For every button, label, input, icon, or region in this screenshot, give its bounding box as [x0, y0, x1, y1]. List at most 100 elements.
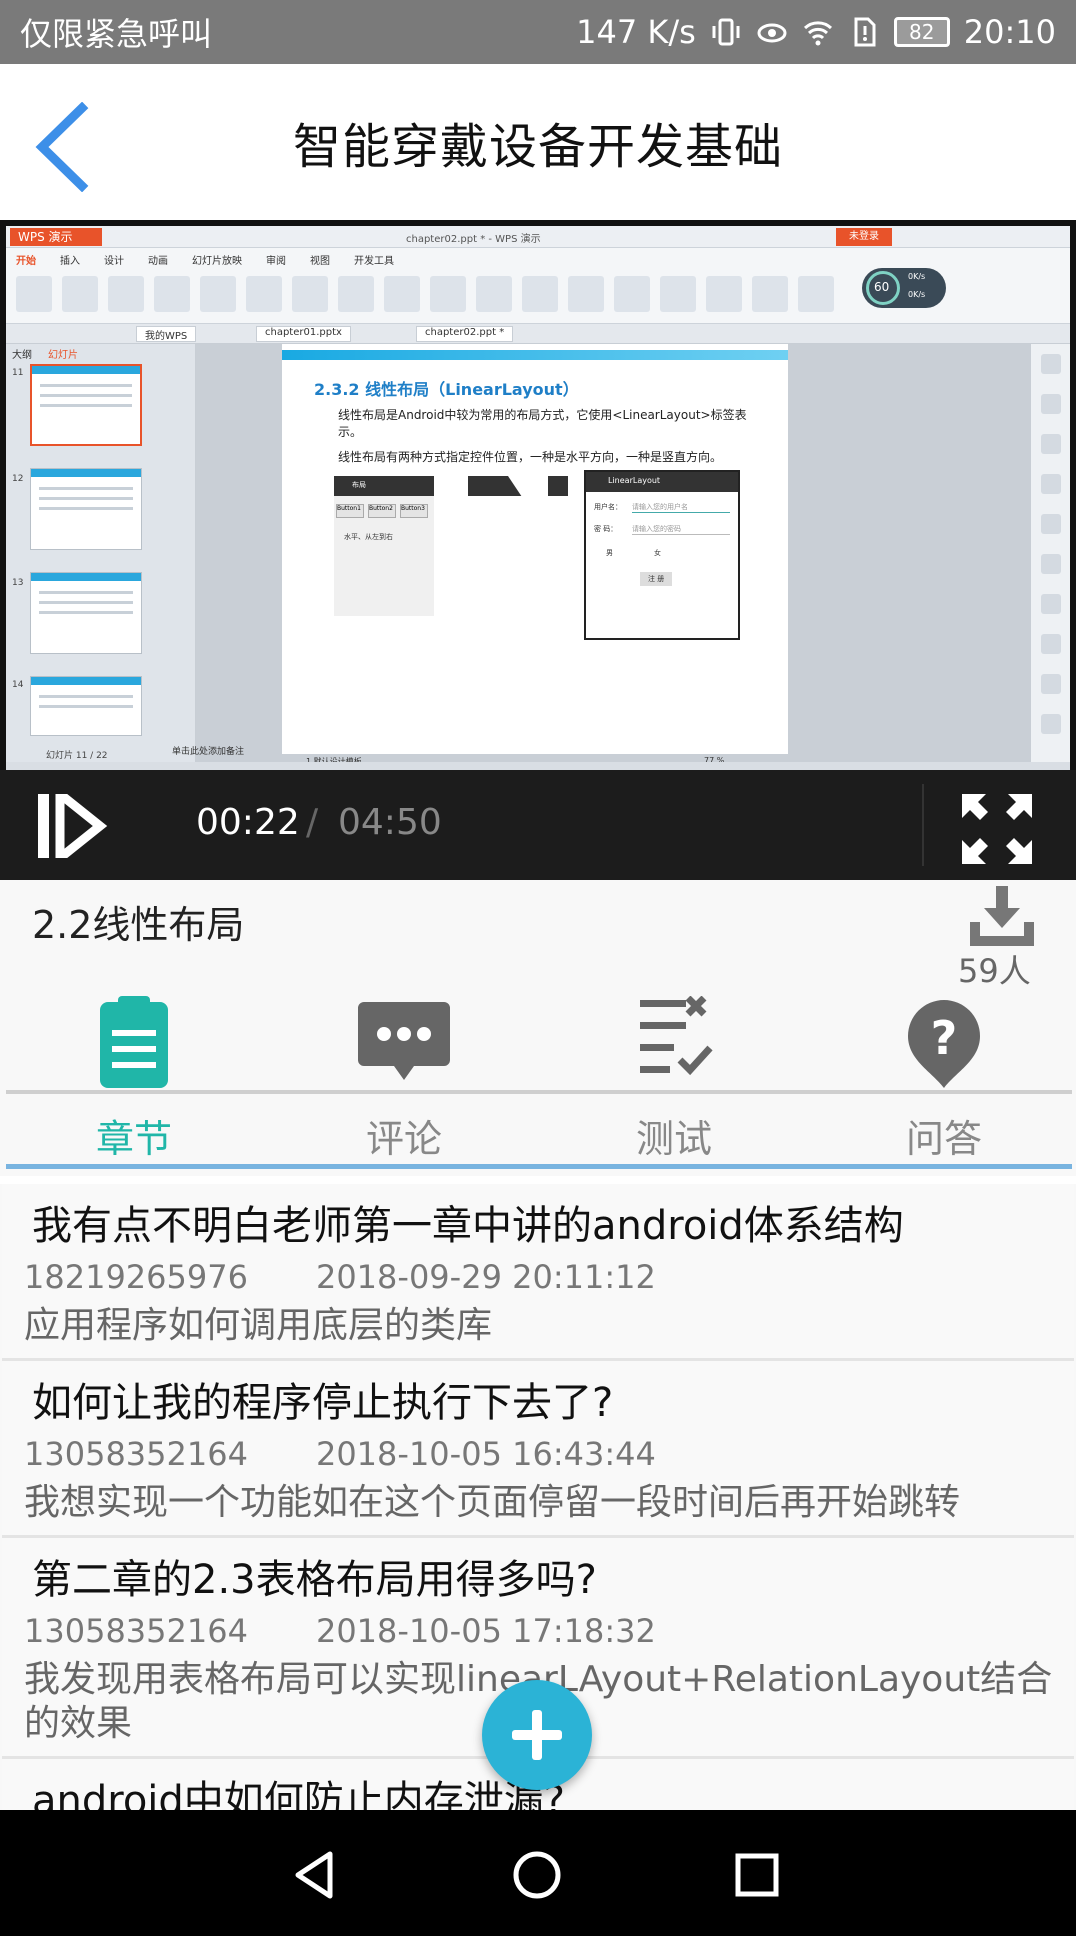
back-arrow-icon[interactable] — [20, 102, 100, 192]
battery-icon: 82 — [893, 17, 950, 47]
question-meta: 18219265976 2018-09-29 20:11:12 — [24, 1258, 1054, 1296]
tab-label: 测试 — [635, 1117, 712, 1161]
mock-button: Button1 — [336, 504, 364, 518]
panel-tab: 幻灯片 — [48, 350, 78, 361]
video-player[interactable]: WPS 演示 chapter02.ppt * - WPS 演示 未登录 开始 插… — [0, 220, 1076, 880]
wps-titlebar: WPS 演示 chapter02.ppt * - WPS 演示 未登录 — [6, 226, 1070, 248]
tabs-divider — [6, 1090, 1072, 1094]
list-item[interactable]: 如何让我的程序停止执行下去了? 13058352164 2018-10-05 1… — [2, 1361, 1074, 1538]
mock-layout-title: 布局 — [352, 481, 366, 489]
mock-username-field: 请输入您的用户名 — [632, 502, 730, 513]
total-time: 04:50 — [338, 802, 442, 843]
mock-username-label: 用户名： — [594, 503, 622, 511]
wps-statusbar — [6, 762, 1070, 770]
question-body: 我想实现一个功能如在这个页面停留一段时间后再开始跳转 — [24, 1482, 961, 1523]
current-time: 00:22 — [196, 802, 300, 843]
download-icon[interactable] — [968, 886, 1036, 948]
ribbon-tab: 幻灯片放映 — [192, 256, 242, 267]
player-controls: 00:22 / 04:50 — [0, 770, 1076, 880]
tab-label: 评论 — [365, 1117, 442, 1161]
vibrate-icon — [712, 18, 740, 46]
slide-number: 11 — [12, 368, 24, 378]
wps-login-button: 未登录 — [836, 228, 892, 246]
time-separator: / — [306, 802, 319, 843]
question-meta: 13058352164 2018-10-05 16:43:44 — [24, 1435, 1054, 1473]
lesson-title: 2.2线性布局 — [32, 903, 245, 947]
speed-down: 0K/s — [908, 290, 926, 299]
ribbon-tab: 动画 — [148, 256, 168, 267]
network-speed: 147 K/s — [576, 13, 696, 51]
tab-bar: 章节 评论 测试 ? 问答 — [0, 996, 1076, 1176]
sim-alert-icon — [854, 17, 876, 47]
mock-horizontal-layout: 布局 Button1 Button2 Button3 水平、从左到右 — [334, 476, 434, 616]
doc-tab: chapter01.pptx — [256, 326, 351, 342]
slide-canvas: 2.3.2 线性布局（LinearLayout） 线性布局是Android中较为… — [172, 344, 1030, 766]
question-title: 如何让我的程序停止执行下去了? — [32, 1380, 614, 1426]
carrier-label: 仅限紧急呼叫 — [20, 15, 213, 53]
nav-back-icon[interactable] — [282, 1840, 352, 1910]
tab-label: 问答 — [905, 1117, 982, 1161]
clipboard-icon — [100, 996, 168, 1088]
add-question-button[interactable] — [482, 1680, 592, 1790]
question-body: 应用程序如何调用底层的类库 — [24, 1305, 493, 1346]
mock-login-layout: LinearLayout 用户名： 请输入您的用户名 密 码： 请输入您的密码 … — [584, 470, 740, 640]
doc-tab: 我的WPS — [136, 326, 197, 342]
page-title: 智能穿戴设备开发基础 — [292, 119, 783, 175]
ribbon-tab: 设计 — [104, 256, 124, 267]
question-user: 13058352164 — [24, 1435, 248, 1473]
wifi-icon — [803, 21, 832, 46]
video-frame[interactable]: WPS 演示 chapter02.ppt * - WPS 演示 未登录 开始 插… — [6, 226, 1070, 770]
wps-logo: WPS 演示 — [10, 228, 102, 246]
doc-tab: chapter02.ppt * — [416, 326, 514, 342]
question-title: 第二章的2.3表格布局用得多吗? — [32, 1557, 597, 1603]
speed-up: 0K/s — [908, 272, 926, 281]
checklist-icon — [640, 996, 713, 1076]
divider — [922, 784, 924, 866]
ribbon-tools — [16, 276, 1010, 316]
ribbon-tabs: 开始 插入 设计 动画 幻灯片放映 审阅 视图 开发工具 — [16, 252, 394, 267]
mock-app-title: LinearLayout — [608, 476, 661, 485]
question-user: 18219265976 — [24, 1258, 248, 1296]
list-item[interactable]: 我有点不明白老师第一章中讲的android体系结构 18219265976 20… — [2, 1184, 1074, 1361]
system-navbar — [0, 1810, 1076, 1936]
speed-percent: 60 — [874, 280, 890, 294]
question-date: 2018-10-05 16:43:44 — [315, 1435, 656, 1473]
slide-heading: 2.3.2 线性布局（LinearLayout） — [314, 380, 579, 399]
slide-thumbnail — [30, 572, 142, 654]
nav-home-icon[interactable] — [502, 1840, 572, 1910]
question-meta: 13058352164 2018-10-05 17:18:32 — [24, 1612, 1054, 1650]
slide-bullet: 线性布局有两种方式指定控件位置，一种是水平方向，一种是竖直方向。 — [338, 450, 723, 464]
mock-password-field: 请输入您的密码 — [632, 524, 730, 535]
eye-icon — [757, 23, 787, 43]
tab-qa[interactable]: ? 问答 — [844, 996, 1044, 1166]
speed-badge: 60 0K/s 0K/s — [862, 268, 946, 308]
wps-ribbon: 开始 插入 设计 动画 幻灯片放映 审阅 视图 开发工具 60 0K/s 0K/… — [6, 248, 1070, 324]
tab-tests[interactable]: 测试 — [574, 996, 774, 1166]
nav-recents-icon[interactable] — [722, 1840, 792, 1910]
slide-thumbnails: 大纲 幻灯片 11 12 13 14 幻灯片 11 / 22 — [6, 344, 196, 764]
fullscreen-icon[interactable] — [962, 794, 1032, 864]
slide-thumbnail — [30, 676, 142, 736]
ribbon-tab: 视图 — [310, 256, 330, 267]
notes-hint: 单击此处添加备注 — [172, 747, 245, 757]
ribbon-tab: 开发工具 — [354, 256, 394, 267]
status-slide-count: 幻灯片 11 / 22 — [46, 751, 108, 761]
ribbon-tab: 开始 — [16, 256, 36, 267]
mock-button: Button2 — [368, 504, 396, 518]
status-bar: 仅限紧急呼叫 147 K/s 82 20:10 — [0, 0, 1076, 64]
download-count: 59人 — [958, 952, 1031, 990]
mock-radio-female: 女 — [654, 549, 661, 557]
header: 智能穿戴设备开发基础 — [0, 64, 1076, 220]
tab-chapters[interactable]: 章节 — [34, 996, 234, 1166]
mock-vertical-layout — [468, 476, 568, 616]
play-icon[interactable] — [38, 794, 118, 858]
slide-thumbnail — [30, 468, 142, 550]
comment-icon — [358, 1002, 450, 1080]
question-date: 2018-09-29 20:11:12 — [315, 1258, 656, 1296]
tab-indicator — [6, 1164, 1072, 1169]
mock-radio-male: 男 — [606, 549, 613, 557]
ribbon-tab: 审阅 — [266, 256, 286, 267]
mock-password-label: 密 码： — [594, 525, 618, 533]
tab-comments[interactable]: 评论 — [304, 996, 504, 1166]
slide-number: 12 — [12, 474, 24, 484]
